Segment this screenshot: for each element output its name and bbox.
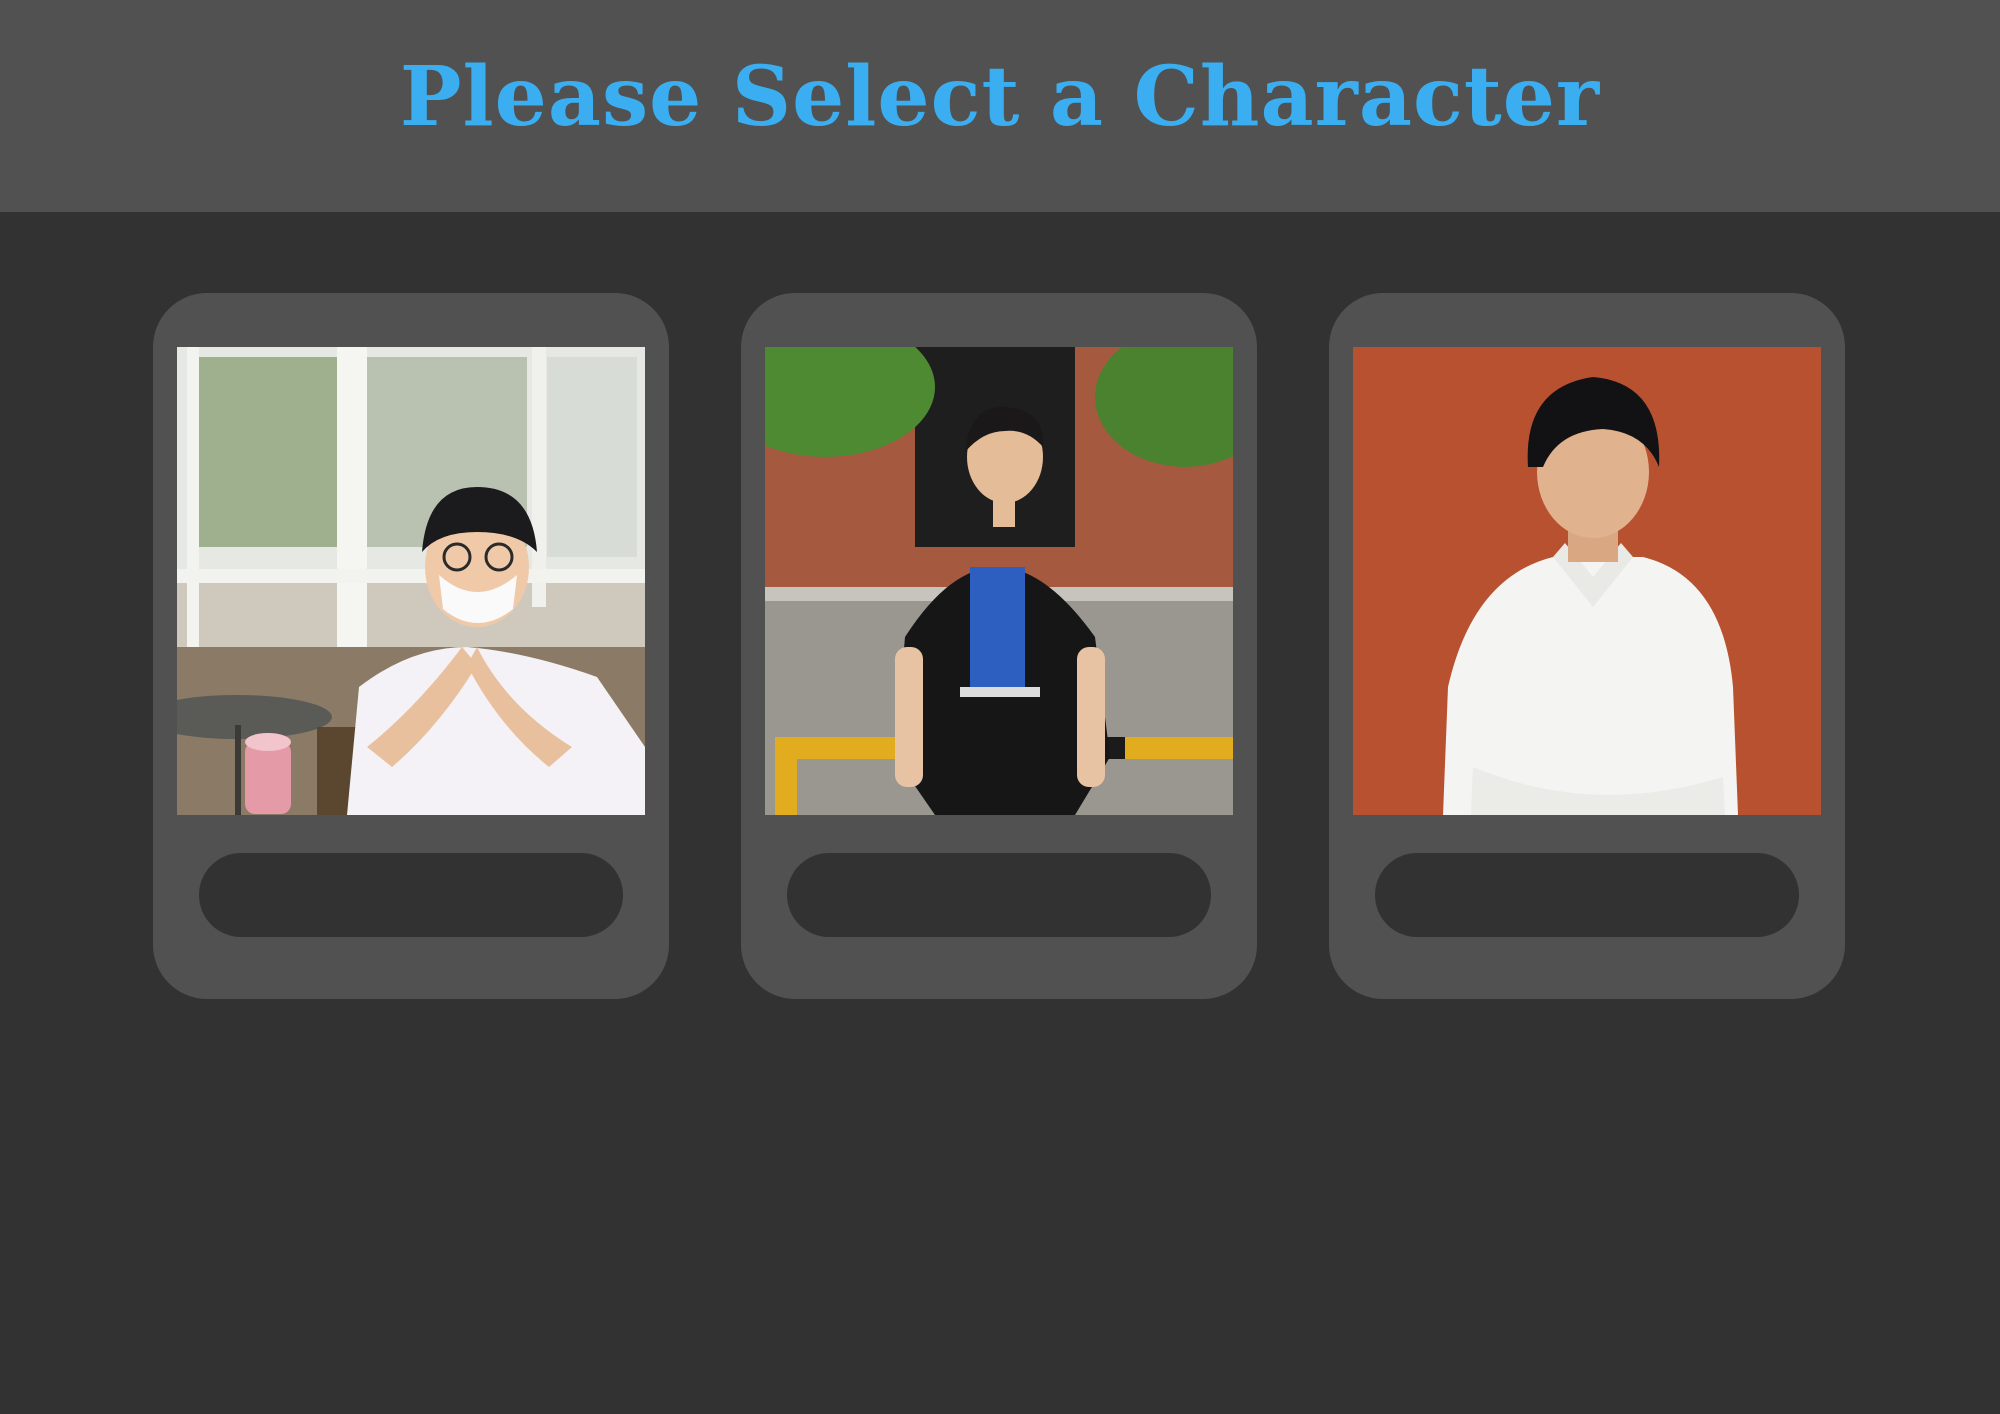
character-photo-1[interactable] xyxy=(177,347,645,815)
character-1-portrait-image xyxy=(177,347,645,815)
character-card-1[interactable] xyxy=(153,293,669,999)
character-photo-2[interactable] xyxy=(765,347,1233,815)
character-photo-3[interactable] xyxy=(1353,347,1821,815)
select-character-button-3[interactable] xyxy=(1375,853,1799,937)
header-bar: Please Select a Character xyxy=(0,0,2000,212)
select-character-button-1[interactable] xyxy=(199,853,623,937)
character-2-portrait-image xyxy=(765,347,1233,815)
page-title: Please Select a Character xyxy=(399,49,1601,145)
select-character-button-2[interactable] xyxy=(787,853,1211,937)
character-3-portrait-image xyxy=(1353,347,1821,815)
character-card-3[interactable] xyxy=(1329,293,1845,999)
character-card-2[interactable] xyxy=(741,293,1257,999)
